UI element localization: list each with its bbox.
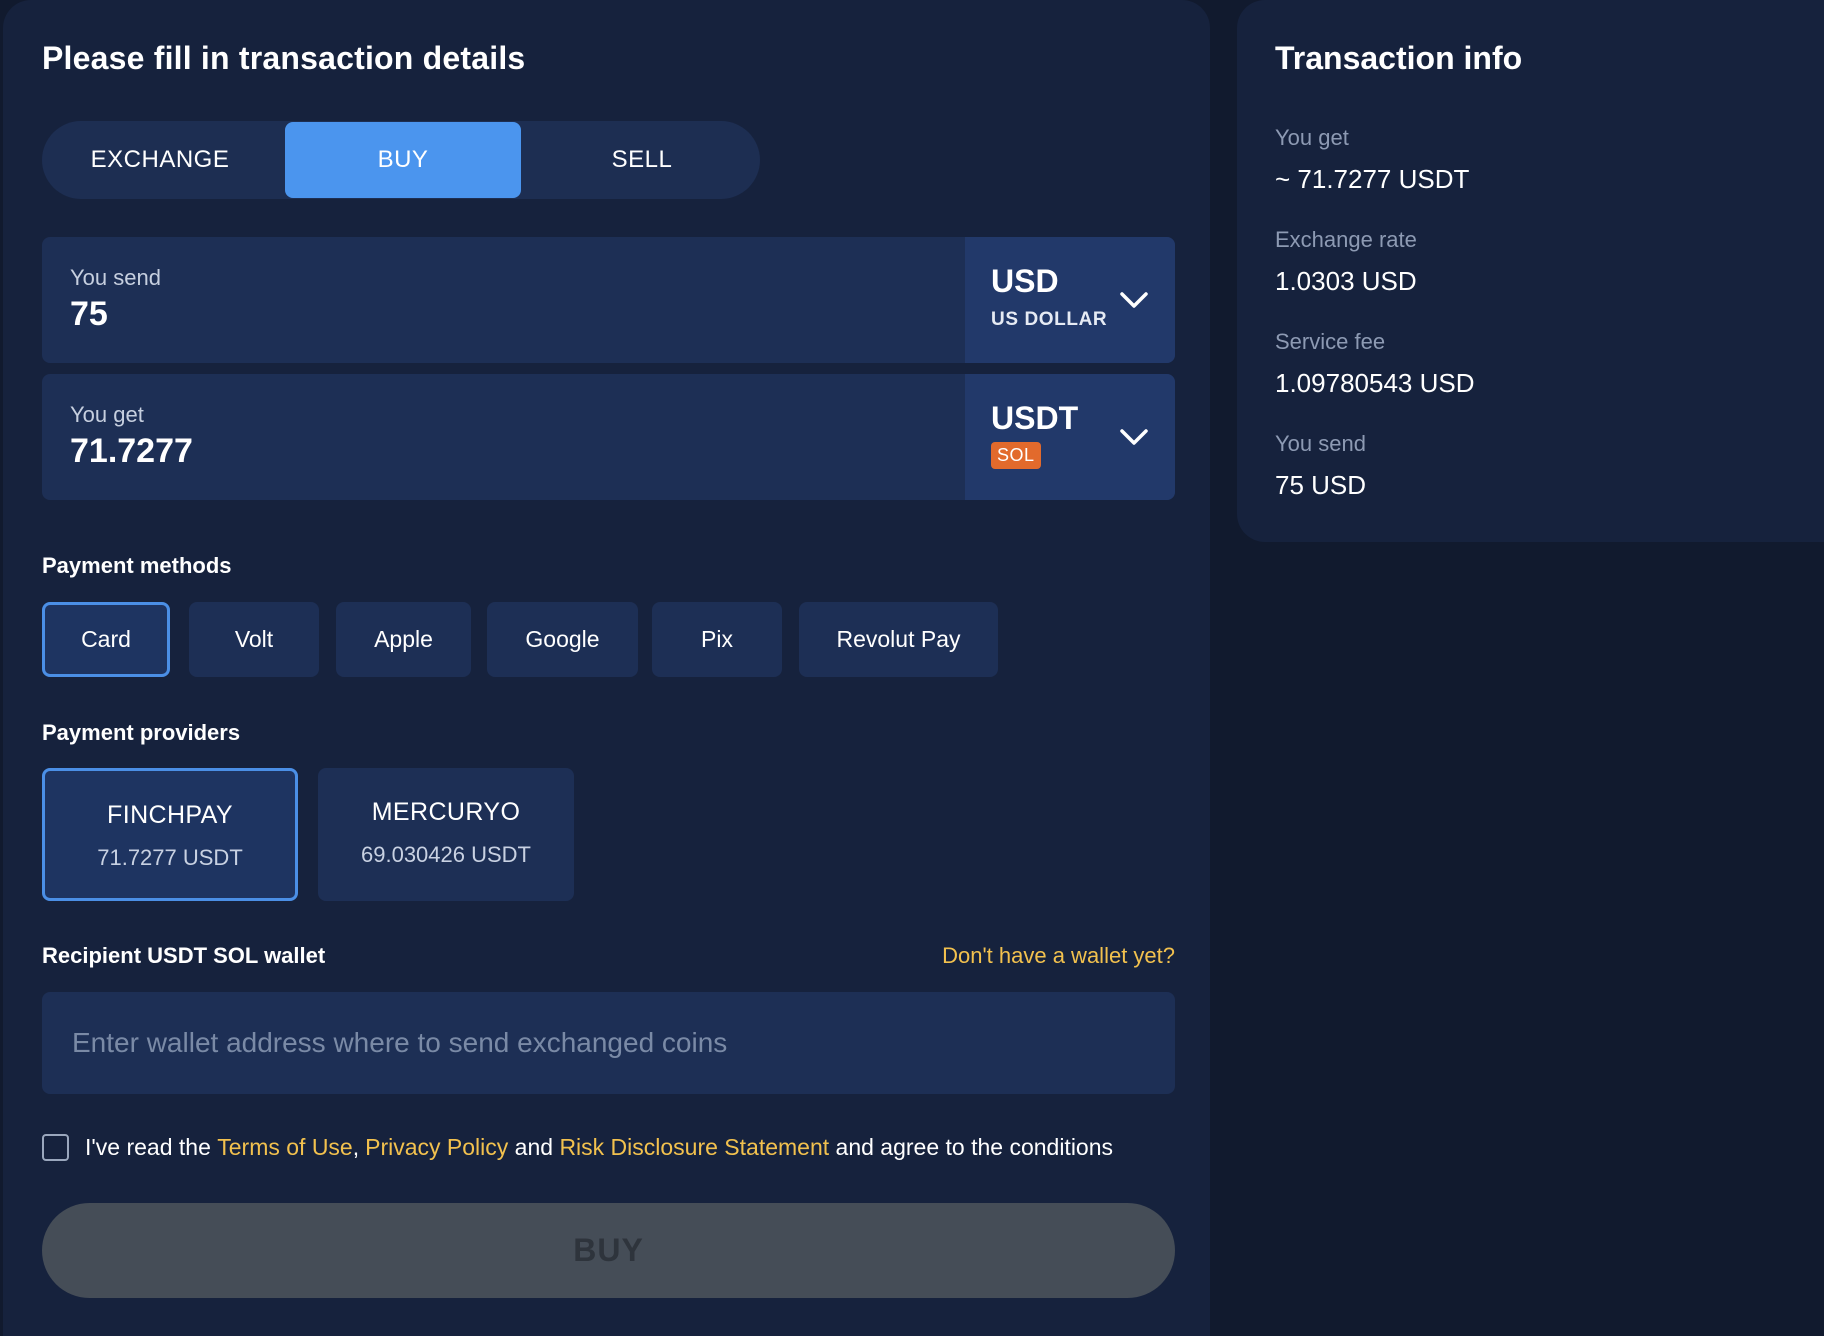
chevron-down-icon — [1120, 429, 1148, 445]
payment-providers-label: Payment providers — [42, 720, 241, 745]
provider-amount: 71.7277 USDT — [97, 845, 243, 870]
agree-prefix: I've read the — [85, 1134, 218, 1160]
agree-and: and — [508, 1134, 560, 1160]
risk-disclosure-link[interactable]: Risk Disclosure Statement — [559, 1134, 829, 1161]
agreement-row: I've read the Terms of Use , Privacy Pol… — [42, 1134, 1113, 1161]
payment-method-revolut-pay[interactable]: Revolut Pay — [799, 602, 998, 677]
info-title: Transaction info — [1275, 40, 1523, 76]
send-amount-box: You send USD US DOLLAR — [42, 237, 1175, 363]
provider-name: FINCHPAY — [107, 801, 233, 829]
get-amount-label: You get — [70, 402, 144, 427]
tab-buy[interactable]: BUY — [285, 122, 521, 198]
agree-suffix: and agree to the conditions — [829, 1134, 1114, 1160]
no-wallet-link[interactable]: Don't have a wallet yet? — [875, 943, 1175, 969]
chevron-down-icon — [1120, 292, 1148, 308]
provider-name: MERCURYO — [371, 798, 521, 826]
get-currency-code: USDT — [991, 400, 1079, 436]
wallet-label: Recipient USDT SOL wallet — [42, 943, 326, 968]
send-currency-code: USD — [991, 263, 1059, 299]
transaction-form-panel: Please fill in transaction details EXCHA… — [3, 0, 1210, 1336]
info-you-get-label: You get — [1275, 125, 1349, 150]
info-you-send-value: 75 USD — [1275, 470, 1367, 500]
payment-methods-label: Payment methods — [42, 553, 232, 578]
privacy-policy-link[interactable]: Privacy Policy — [365, 1134, 508, 1161]
tab-exchange[interactable]: EXCHANGE — [42, 121, 278, 199]
info-service-fee-value: 1.09780543 USD — [1275, 368, 1475, 398]
payment-method-google[interactable]: Google — [487, 602, 638, 677]
transaction-info-panel: Transaction info You get ~ 71.7277 USDT … — [1237, 0, 1824, 542]
page-title: Please fill in transaction details — [42, 40, 526, 76]
payment-method-card[interactable]: Card — [42, 602, 170, 677]
provider-finchpay[interactable]: FINCHPAY 71.7277 USDT — [42, 768, 298, 901]
info-exchange-rate-label: Exchange rate — [1275, 227, 1417, 252]
get-amount-input[interactable] — [70, 432, 920, 471]
send-currency-name: US DOLLAR — [991, 309, 1108, 330]
payment-method-volt[interactable]: Volt — [189, 602, 319, 677]
payment-method-pix[interactable]: Pix — [652, 602, 782, 677]
provider-amount: 69.030426 USDT — [361, 842, 531, 867]
agree-comma: , — [352, 1134, 360, 1160]
get-currency-select[interactable]: USDT SOL — [965, 374, 1175, 500]
buy-submit-button[interactable]: BUY — [42, 1203, 1175, 1298]
terms-of-use-link[interactable]: Terms of Use — [217, 1134, 352, 1161]
tab-sell[interactable]: SELL — [524, 121, 760, 199]
wallet-address-input[interactable] — [42, 992, 1175, 1094]
provider-mercuryo[interactable]: MERCURYO 69.030426 USDT — [318, 768, 574, 901]
agree-checkbox[interactable] — [42, 1134, 69, 1161]
send-amount-label: You send — [70, 265, 161, 290]
send-amount-input[interactable] — [70, 295, 920, 334]
info-exchange-rate-value: 1.0303 USD — [1275, 266, 1417, 296]
network-badge: SOL — [991, 442, 1041, 469]
info-service-fee-label: Service fee — [1275, 329, 1386, 354]
mode-tabs: EXCHANGE BUY SELL — [42, 121, 760, 199]
send-currency-select[interactable]: USD US DOLLAR — [965, 237, 1175, 363]
info-you-send-label: You send — [1275, 431, 1366, 456]
get-amount-box: You get USDT SOL — [42, 374, 1175, 500]
info-you-get-value: ~ 71.7277 USDT — [1275, 164, 1470, 194]
payment-method-apple[interactable]: Apple — [336, 602, 471, 677]
